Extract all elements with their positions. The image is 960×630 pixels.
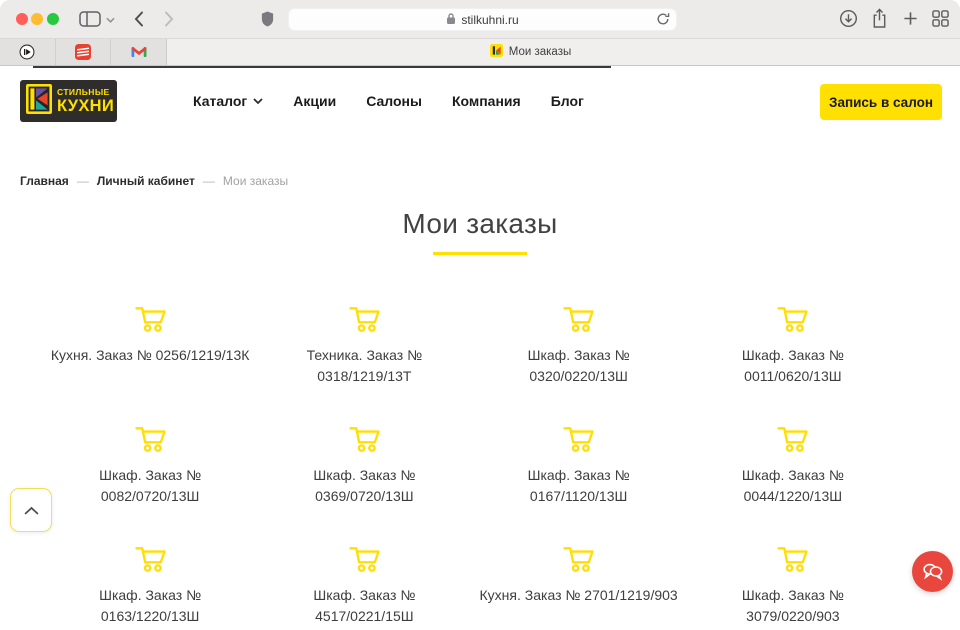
order-card[interactable]: Шкаф. Заказ № 0320/0220/13Ш	[472, 305, 686, 395]
breadcrumb: Главная — Личный кабинет — Мои заказы	[20, 174, 288, 188]
breadcrumb-current: Мои заказы	[223, 174, 288, 188]
chat-bubbles-icon	[921, 562, 944, 581]
tab-overview-icon[interactable]	[932, 10, 949, 27]
breadcrumb-account[interactable]: Личный кабинет	[97, 174, 195, 188]
order-card[interactable]: Шкаф. Заказ № 0082/0720/13Ш	[43, 425, 257, 515]
order-card[interactable]: Шкаф. Заказ № 0044/1220/13Ш	[686, 425, 900, 515]
order-card[interactable]: Шкаф. Заказ № 3079/0220/903	[686, 545, 900, 630]
active-tab[interactable]: Мои заказы	[167, 39, 894, 65]
new-tab-icon[interactable]	[903, 11, 918, 26]
cart-icon	[134, 425, 167, 458]
privacy-shield-icon[interactable]	[260, 10, 275, 28]
chat-button[interactable]	[912, 551, 953, 592]
cart-icon	[134, 305, 167, 338]
site-favicon	[490, 44, 503, 60]
cart-icon	[348, 425, 381, 458]
orders-grid: Кухня. Заказ № 0256/1219/13К Техника. За…	[43, 305, 900, 630]
tab-bar: Мои заказы	[0, 38, 960, 66]
back-button-icon[interactable]	[134, 11, 144, 27]
nav-item-blog[interactable]: Блог	[551, 93, 584, 109]
pinned-tabs	[0, 39, 167, 65]
scroll-to-top-button[interactable]	[10, 488, 52, 532]
pinned-tab-play[interactable]	[0, 39, 56, 65]
order-card[interactable]: Шкаф. Заказ № 0167/1120/13Ш	[472, 425, 686, 515]
logo-text-bottom: КУХНИ	[57, 98, 114, 115]
browser-toolbar: stilkuhni.ru	[0, 0, 960, 38]
nav-item-promos[interactable]: Акции	[293, 93, 336, 109]
cart-icon	[348, 545, 381, 578]
order-card[interactable]: Шкаф. Заказ № 4517/0221/15Ш	[257, 545, 471, 630]
close-window-button[interactable]	[16, 13, 28, 25]
order-card[interactable]: Шкаф. Заказ № 0163/1220/13Ш	[43, 545, 257, 630]
breadcrumb-separator: —	[203, 174, 215, 188]
pinned-tab-todoist[interactable]	[56, 39, 112, 65]
address-bar[interactable]: stilkuhni.ru	[288, 8, 677, 31]
cart-icon	[348, 305, 381, 338]
pinned-tab-gmail[interactable]	[111, 39, 166, 65]
cart-icon	[562, 545, 595, 578]
zoom-window-button[interactable]	[47, 13, 59, 25]
logo-k-icon	[26, 84, 52, 119]
order-card[interactable]: Техника. Заказ № 0318/1219/13Т	[257, 305, 471, 395]
active-tab-title: Мои заказы	[509, 46, 571, 58]
downloads-icon[interactable]	[839, 9, 858, 28]
breadcrumb-separator: —	[77, 174, 89, 188]
order-card[interactable]: Кухня. Заказ № 0256/1219/13К	[43, 305, 257, 395]
nav-item-salons[interactable]: Салоны	[366, 93, 422, 109]
chevron-down-icon	[253, 98, 263, 104]
breadcrumb-home[interactable]: Главная	[20, 174, 69, 188]
cart-icon	[776, 545, 809, 578]
share-icon[interactable]	[871, 8, 888, 29]
cart-icon	[776, 425, 809, 458]
page-top-rule	[33, 66, 611, 68]
title-underline	[433, 252, 527, 255]
chevron-up-icon	[23, 505, 40, 516]
lock-icon	[446, 12, 456, 28]
url-text: stilkuhni.ru	[461, 13, 518, 27]
order-card[interactable]: Шкаф. Заказ № 0011/0620/13Ш	[686, 305, 900, 395]
forward-button-icon[interactable]	[164, 11, 174, 27]
reload-icon[interactable]	[656, 12, 670, 29]
main-nav: Каталог Акции Салоны Компания Блог	[193, 80, 584, 122]
site-logo[interactable]: СТИЛЬНЫЕ КУХНИ	[20, 80, 117, 122]
cart-icon	[134, 545, 167, 578]
sidebar-icon[interactable]	[79, 11, 101, 27]
nav-item-catalog[interactable]: Каталог	[193, 93, 263, 109]
minimize-window-button[interactable]	[31, 13, 43, 25]
book-salon-button[interactable]: Запись в салон	[820, 84, 942, 120]
cart-icon	[776, 305, 809, 338]
logo-text-top: СТИЛЬНЫЕ	[57, 88, 114, 97]
page-title: Мои заказы	[0, 208, 960, 240]
order-card[interactable]: Кухня. Заказ № 2701/1219/903	[472, 545, 686, 630]
browser-window: stilkuhni.ru	[0, 0, 960, 630]
page-content: СТИЛЬНЫЕ КУХНИ Каталог Акции Салоны Комп…	[0, 66, 960, 630]
cart-icon	[562, 305, 595, 338]
cart-icon	[562, 425, 595, 458]
order-card[interactable]: Шкаф. Заказ № 0369/0720/13Ш	[257, 425, 471, 515]
chevron-down-icon[interactable]	[106, 17, 115, 23]
nav-item-company[interactable]: Компания	[452, 93, 521, 109]
